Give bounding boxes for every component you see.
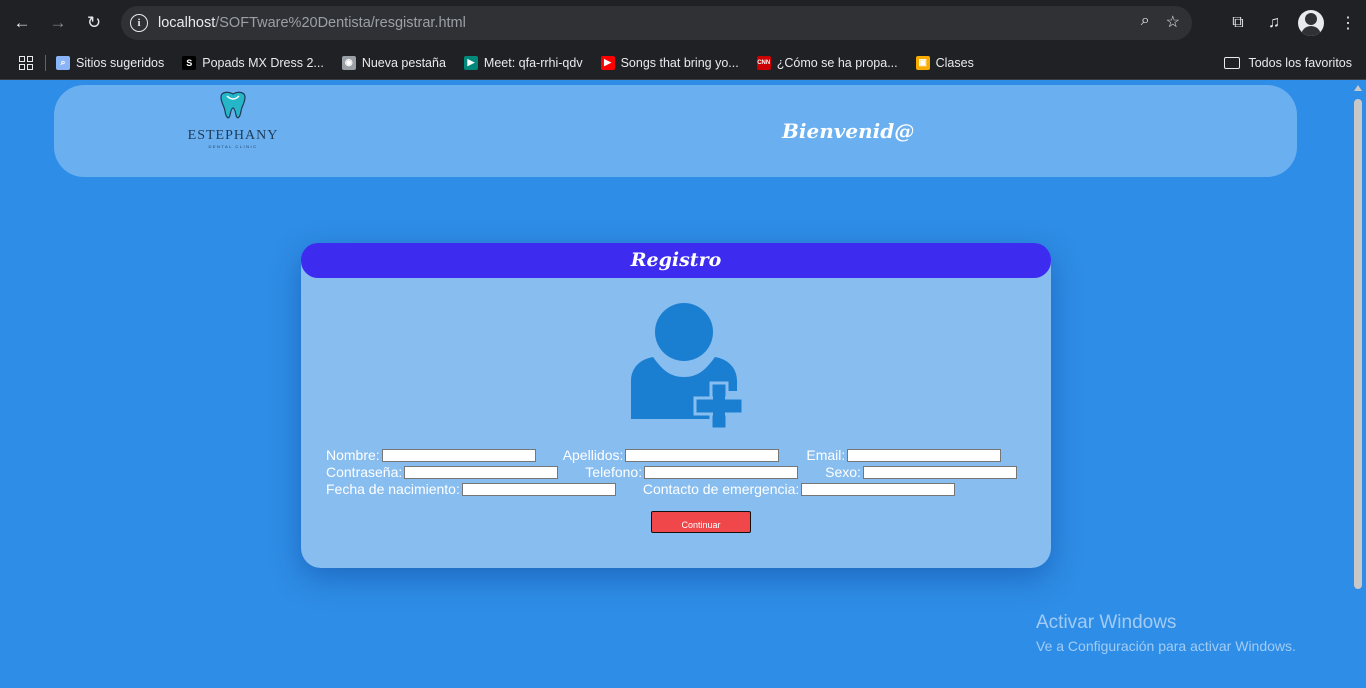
meet-icon: ▶ [463, 55, 478, 70]
zoom-icon[interactable]: ⌕ [1141, 12, 1150, 32]
telefono-label: Telefono: [585, 464, 643, 480]
site-info-icon[interactable]: i [130, 14, 148, 32]
apellidos-input[interactable] [625, 448, 780, 462]
back-icon[interactable]: ← [4, 5, 40, 41]
divider [45, 54, 46, 71]
folder-icon [1224, 56, 1241, 69]
tooth-logo-icon [220, 91, 246, 119]
s-logo-icon: S [182, 55, 197, 70]
registration-card: Registro Nombre: Apellidos: Email: Contr… [301, 243, 1051, 568]
vertical-scrollbar[interactable] [1350, 81, 1366, 688]
bookmark-item[interactable]: ▣ Clases [915, 55, 974, 70]
add-user-icon [631, 303, 744, 431]
forward-icon[interactable]: → [40, 5, 76, 41]
bookmark-label: Meet: qfa-rrhi-qdv [483, 55, 583, 70]
bookmark-item[interactable]: S Popads MX Dress 2... [182, 55, 324, 70]
media-control-icon[interactable]: ♫ [1256, 14, 1292, 32]
bookmark-item[interactable]: ◉ Nueva pestaña [341, 55, 446, 70]
contrasena-label: Contraseña: [326, 464, 403, 480]
profile-avatar[interactable] [1298, 10, 1324, 36]
bookmarks-bar: ⌕ Sitios sugeridos S Popads MX Dress 2... ◉ N… [0, 46, 1366, 80]
bookmark-item[interactable]: ⌕ Sitios sugeridos [56, 55, 165, 70]
email-label: Email: [806, 447, 846, 463]
bookmark-star-icon[interactable]: ☆ [1166, 12, 1180, 32]
clinic-logo[interactable]: ESTEPHANY DENTAL CLINIC [184, 91, 282, 149]
nombre-label: Nombre: [326, 447, 380, 463]
logo-text: ESTEPHANY [187, 128, 279, 143]
nombre-input[interactable] [381, 448, 536, 462]
url-text[interactable]: localhost/SOFTware%20Dentista/resgistrar… [158, 15, 466, 31]
classroom-icon: ▣ [915, 55, 930, 70]
address-bar[interactable]: i localhost/SOFTware%20Dentista/resgistr… [121, 6, 1192, 40]
scroll-up-icon[interactable] [1354, 85, 1362, 91]
watermark-title: Activar Windows [1036, 612, 1177, 633]
email-input[interactable] [847, 448, 1002, 462]
windows-activation-watermark: Activar Windows Ve a Configuración para … [1036, 612, 1296, 654]
bookmark-item[interactable]: ▶ Meet: qfa-rrhi-qdv [463, 55, 583, 70]
scrollbar-thumb[interactable] [1354, 99, 1362, 589]
form-row-3: Fecha de nacimiento: Contacto de emergen… [326, 481, 956, 497]
menu-icon[interactable]: ⋮ [1330, 13, 1366, 33]
apps-grid-icon[interactable] [19, 55, 33, 70]
fecha-nacimiento-label: Fecha de nacimiento: [326, 481, 460, 497]
registration-title: Registro [301, 243, 1051, 278]
bookmark-label: Clases [935, 55, 974, 70]
page-content: ESTEPHANY DENTAL CLINIC Bienvenid@ Regis… [0, 81, 1350, 688]
form-row-1: Nombre: Apellidos: Email: [326, 447, 1002, 463]
logo-subtitle: DENTAL CLINIC [208, 144, 258, 149]
search-icon: ⌕ [56, 55, 70, 70]
fecha-nacimiento-input[interactable] [461, 482, 616, 496]
contacto-emergencia-input[interactable] [801, 482, 956, 496]
sexo-input[interactable] [862, 465, 1017, 479]
telefono-input[interactable] [644, 465, 799, 479]
globe-icon: ◉ [341, 55, 356, 70]
browser-toolbar: ← → ↻ i localhost/SOFTware%20Dentista/re… [0, 0, 1366, 46]
bookmark-label: Nueva pestaña [361, 55, 446, 70]
bookmark-label: Sitios sugeridos [76, 55, 165, 70]
welcome-heading: Bienvenid@ [782, 119, 915, 143]
contacto-emergencia-label: Contacto de emergencia: [642, 481, 800, 497]
bookmark-label: Popads MX Dress 2... [202, 55, 324, 70]
cnn-icon: CNN [756, 55, 771, 70]
site-header: ESTEPHANY DENTAL CLINIC Bienvenid@ [54, 85, 1297, 177]
contrasena-input[interactable] [404, 465, 559, 479]
bookmark-item[interactable]: CNN ¿Cómo se ha propa... [756, 55, 898, 70]
reload-icon[interactable]: ↻ [76, 5, 112, 41]
youtube-icon: ▶ [600, 55, 615, 70]
sexo-label: Sexo: [825, 464, 861, 480]
apellidos-label: Apellidos: [562, 447, 624, 463]
form-row-2: Contraseña: Telefono: Sexo: [326, 464, 1017, 480]
extensions-icon[interactable]: ⧉ [1220, 14, 1256, 32]
bookmark-label: Songs that bring yo... [620, 55, 739, 70]
continue-button[interactable]: Continuar [651, 511, 751, 533]
bookmark-item[interactable]: ▶ Songs that bring yo... [600, 55, 739, 70]
watermark-subtitle: Ve a Configuración para activar Windows. [1036, 638, 1296, 654]
bookmark-label: ¿Cómo se ha propa... [776, 55, 898, 70]
all-bookmarks-button[interactable]: Todos los favoritos [1224, 56, 1352, 70]
